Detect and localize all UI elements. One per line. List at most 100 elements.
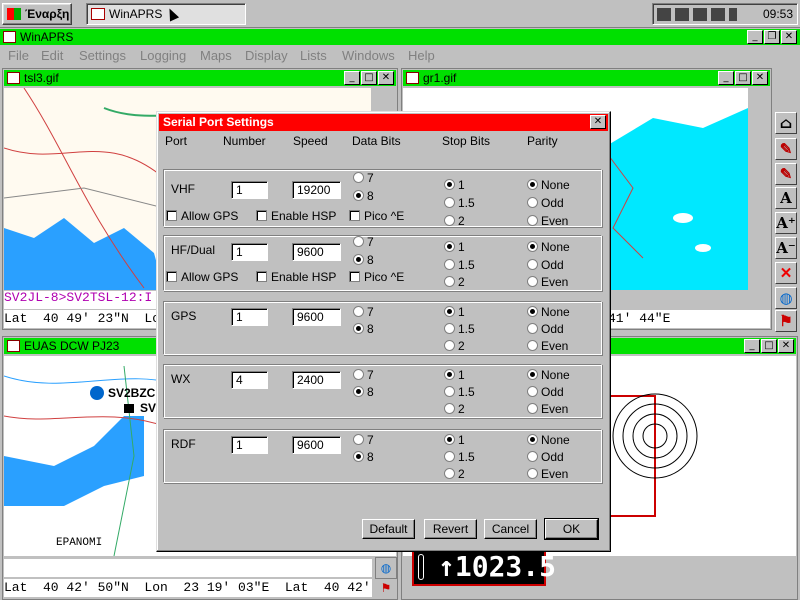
data-bits-7-radio[interactable]: 7 — [353, 236, 374, 248]
port-speed-input[interactable]: 2400 — [292, 371, 341, 389]
gr1-close-button[interactable]: ✕ — [752, 71, 768, 85]
font-icon[interactable]: A — [775, 187, 797, 209]
station-icon[interactable] — [90, 386, 104, 400]
stop-bits-1-radio[interactable]: 1 — [444, 179, 465, 191]
stop-bits-2-radio[interactable]: 2 — [444, 276, 465, 288]
port-speed-input[interactable]: 9600 — [292, 308, 341, 326]
parity-odd-radio[interactable]: Odd — [527, 451, 564, 463]
dialog-close-button[interactable]: ✕ — [590, 115, 606, 129]
data-bits-8-radio[interactable]: 8 — [353, 190, 374, 202]
stop-bits-1.5-radio[interactable]: 1.5 — [444, 323, 475, 335]
gr1-window-icon[interactable] — [406, 72, 419, 84]
wx-maximize-button[interactable]: □ — [761, 339, 777, 353]
wx-minimize-button[interactable]: _ — [744, 339, 760, 353]
stop-bits-1-radio[interactable]: 1 — [444, 369, 465, 381]
flag-icon[interactable]: ⚑ — [775, 310, 797, 332]
parity-none-radio[interactable]: None — [527, 306, 570, 318]
gr1-maximize-button[interactable]: □ — [735, 71, 751, 85]
gr1-minimize-button[interactable]: _ — [718, 71, 734, 85]
parity-none-radio[interactable]: None — [527, 434, 570, 446]
data-bits-7-radio[interactable]: 7 — [353, 172, 374, 184]
truck-icon[interactable]: ✎ — [775, 163, 797, 185]
parity-even-radio[interactable]: Even — [527, 276, 568, 288]
menu-display[interactable]: Display — [245, 46, 288, 66]
parity-none-radio[interactable]: None — [527, 241, 570, 253]
euas-globe-icon[interactable]: ◍ — [375, 557, 397, 579]
tsl3-minimize-button[interactable]: _ — [344, 71, 360, 85]
wx-close-button[interactable]: ✕ — [778, 339, 794, 353]
tray-icons[interactable] — [657, 8, 737, 21]
stop-bits-1-radio[interactable]: 1 — [444, 434, 465, 446]
pico-checkbox[interactable]: Pico ^E — [349, 210, 404, 222]
house-icon[interactable] — [124, 404, 134, 413]
stop-bits-1.5-radio[interactable]: 1.5 — [444, 259, 475, 271]
menu-settings[interactable]: Settings — [79, 46, 126, 66]
parity-even-radio[interactable]: Even — [527, 403, 568, 415]
minimize-button[interactable]: _ — [747, 30, 763, 44]
font-larger-icon[interactable]: A⁺ — [775, 212, 797, 234]
delete-icon[interactable]: ✕ — [775, 262, 797, 284]
parity-none-radio[interactable]: None — [527, 369, 570, 381]
app-icon[interactable] — [3, 31, 16, 43]
port-number-input[interactable]: 1 — [231, 243, 268, 261]
cancel-button[interactable]: Cancel — [484, 519, 537, 539]
stop-bits-1.5-radio[interactable]: 1.5 — [444, 386, 475, 398]
data-bits-8-radio[interactable]: 8 — [353, 386, 374, 398]
data-bits-8-radio[interactable]: 8 — [353, 323, 374, 335]
port-number-input[interactable]: 1 — [231, 181, 268, 199]
parity-even-radio[interactable]: Even — [527, 215, 568, 227]
euas-window-icon[interactable] — [7, 340, 20, 352]
data-bits-7-radio[interactable]: 7 — [353, 369, 374, 381]
allow-gps-checkbox[interactable]: Allow GPS — [166, 210, 238, 222]
data-bits-7-radio[interactable]: 7 — [353, 306, 374, 318]
stop-bits-1-radio[interactable]: 1 — [444, 306, 465, 318]
euas-input-line[interactable] — [4, 559, 372, 577]
enable-hsp-checkbox[interactable]: Enable HSP — [256, 271, 336, 283]
parity-even-radio[interactable]: Even — [527, 340, 568, 352]
stop-bits-1.5-radio[interactable]: 1.5 — [444, 197, 475, 209]
parity-none-radio[interactable]: None — [527, 179, 570, 191]
enable-hsp-checkbox[interactable]: Enable HSP — [256, 210, 336, 222]
data-bits-8-radio[interactable]: 8 — [353, 451, 374, 463]
car-icon[interactable]: ✎ — [775, 138, 797, 160]
stop-bits-2-radio[interactable]: 2 — [444, 403, 465, 415]
parity-odd-radio[interactable]: Odd — [527, 259, 564, 271]
menu-windows[interactable]: Windows — [342, 46, 395, 66]
euas-flag-icon[interactable]: ⚑ — [375, 579, 397, 597]
data-bits-7-radio[interactable]: 7 — [353, 434, 374, 446]
port-number-input[interactable]: 1 — [231, 436, 268, 454]
home-icon[interactable]: ⌂ — [775, 112, 797, 134]
menu-lists[interactable]: Lists — [300, 46, 327, 66]
port-speed-input[interactable]: 9600 — [292, 436, 341, 454]
port-number-input[interactable]: 4 — [231, 371, 268, 389]
port-speed-input[interactable]: 19200 — [292, 181, 341, 199]
globe-icon[interactable]: ◍ — [775, 287, 797, 309]
menu-file[interactable]: File — [8, 46, 29, 66]
stop-bits-2-radio[interactable]: 2 — [444, 468, 465, 480]
parity-odd-radio[interactable]: Odd — [527, 323, 564, 335]
revert-button[interactable]: Revert — [424, 519, 477, 539]
restore-button[interactable]: ❐ — [764, 30, 780, 44]
ok-button[interactable]: OK — [544, 518, 599, 540]
pico-checkbox[interactable]: Pico ^E — [349, 271, 404, 283]
close-button[interactable]: ✕ — [781, 30, 797, 44]
menu-help[interactable]: Help — [408, 46, 435, 66]
parity-even-radio[interactable]: Even — [527, 468, 568, 480]
tsl3-maximize-button[interactable]: □ — [361, 71, 377, 85]
parity-odd-radio[interactable]: Odd — [527, 386, 564, 398]
stop-bits-2-radio[interactable]: 2 — [444, 340, 465, 352]
gr1-vertical-scrollbar[interactable] — [748, 88, 770, 290]
tsl3-window-icon[interactable] — [7, 72, 20, 84]
default-button[interactable]: Default — [362, 519, 415, 539]
data-bits-8-radio[interactable]: 8 — [353, 254, 374, 266]
parity-odd-radio[interactable]: Odd — [527, 197, 564, 209]
task-winaprs[interactable]: WinAPRS — [86, 3, 246, 25]
stop-bits-1-radio[interactable]: 1 — [444, 241, 465, 253]
port-number-input[interactable]: 1 — [231, 308, 268, 326]
port-speed-input[interactable]: 9600 — [292, 243, 341, 261]
menu-edit[interactable]: Edit — [41, 46, 63, 66]
tsl3-close-button[interactable]: ✕ — [378, 71, 394, 85]
start-button[interactable]: Έναρξη — [2, 3, 72, 25]
stop-bits-1.5-radio[interactable]: 1.5 — [444, 451, 475, 463]
menu-logging[interactable]: Logging — [140, 46, 186, 66]
